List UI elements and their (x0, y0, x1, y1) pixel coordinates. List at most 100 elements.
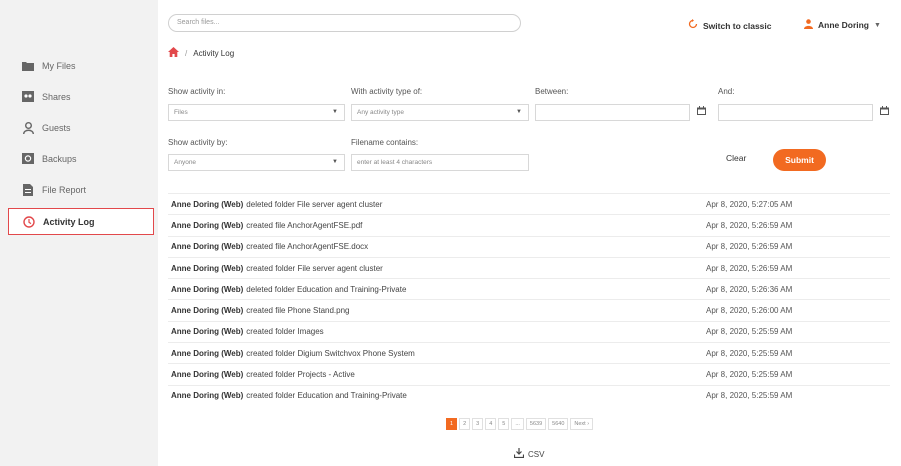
activity-date: Apr 8, 2020, 5:26:59 AM (706, 242, 793, 252)
switch-label: Switch to classic (703, 20, 772, 31)
clock-icon (23, 215, 35, 228)
sidebar: My Files Shares Guests Backups File Repo… (0, 0, 158, 466)
chevron-down-icon: ▼ (874, 21, 881, 29)
activity-row: Anne Doring (Web) deleted folder File se… (168, 193, 890, 214)
sidebar-item-shares[interactable]: Shares (8, 83, 154, 110)
page-button[interactable]: 5639 (525, 418, 547, 430)
activity-row: Anne Doring (Web) deleted folder Educati… (168, 278, 890, 299)
activity-type-value: Any activity type (357, 109, 404, 116)
activity-actor: Anne Doring (Web) (171, 242, 244, 252)
breadcrumb-separator: / (185, 49, 188, 58)
activity-action: created folder Projects - Active (246, 370, 355, 380)
show-in-select[interactable]: Files ▼ (168, 104, 345, 121)
page-button[interactable]: 5640 (548, 418, 569, 430)
activity-action: created file AnchorAgentFSE.pdf (246, 220, 363, 230)
activity-date: Apr 8, 2020, 5:25:59 AM (706, 348, 793, 358)
activity-row: Anne Doring (Web) created file AnchorAge… (168, 214, 890, 235)
activity-actor: Anne Doring (Web) (171, 306, 244, 316)
activity-actor: Anne Doring (Web) (171, 327, 244, 337)
activity-action: created folder Education and Training-Pr… (246, 391, 407, 401)
between-date-input[interactable] (535, 104, 690, 121)
activity-row: Anne Doring (Web) created folder Project… (168, 363, 890, 384)
activity-action: deleted folder File server agent cluster (246, 199, 383, 209)
search-input[interactable]: Search files... (168, 14, 521, 32)
breadcrumb-current: Activity Log (193, 49, 235, 58)
dropdown-arrow-icon: ▼ (332, 109, 338, 115)
calendar-icon[interactable] (697, 106, 706, 117)
show-in-label: Show activity in: (168, 87, 226, 96)
activity-date: Apr 8, 2020, 5:25:59 AM (706, 327, 793, 337)
report-icon (22, 183, 34, 196)
activity-row: Anne Doring (Web) created folder Images … (168, 320, 890, 342)
activity-row: Anne Doring (Web) created file AnchorAge… (168, 235, 890, 257)
activity-actor: Anne Doring (Web) (171, 284, 244, 294)
activity-by-select[interactable]: Anyone ▼ (168, 154, 345, 171)
activity-date: Apr 8, 2020, 5:26:36 AM (706, 284, 793, 294)
activity-actor: Anne Doring (Web) (171, 220, 244, 230)
activity-type-select[interactable]: Any activity type ▼ (351, 104, 529, 121)
activity-actor: Anne Doring (Web) (171, 348, 244, 358)
pagination: 1 2 3 4 5 ... 5639 5640 Next › (446, 418, 594, 430)
switch-icon (688, 19, 698, 32)
sidebar-item-guests[interactable]: Guests (8, 114, 154, 141)
user-name: Anne Doring (818, 20, 869, 30)
dropdown-arrow-icon: ▼ (516, 109, 522, 115)
activity-list: Anne Doring (Web) deleted folder File se… (168, 193, 890, 406)
activity-actor: Anne Doring (Web) (171, 370, 244, 380)
activity-actor: Anne Doring (Web) (171, 263, 244, 273)
sidebar-item-my-files[interactable]: My Files (8, 52, 154, 79)
activity-action: created folder Images (246, 327, 324, 337)
show-in-value: Files (174, 109, 188, 116)
user-menu[interactable]: Anne Doring ▼ (804, 19, 881, 31)
folder-icon (22, 60, 34, 72)
filename-input[interactable]: enter at least 4 characters (351, 154, 529, 171)
activity-row: Anne Doring (Web) created folder Digium … (168, 342, 890, 363)
activity-row: Anne Doring (Web) created folder Educati… (168, 384, 890, 406)
download-icon (513, 448, 525, 460)
page-button[interactable]: 2 (459, 418, 471, 430)
page-button[interactable]: 5 (498, 418, 510, 430)
activity-row: Anne Doring (Web) created folder File se… (168, 256, 890, 278)
activity-action: created folder Digium Switchvox Phone Sy… (246, 348, 415, 358)
home-icon[interactable] (168, 47, 179, 60)
page-button[interactable]: 4 (485, 418, 497, 430)
activity-actor: Anne Doring (Web) (171, 391, 244, 401)
page-ellipsis: ... (511, 418, 524, 430)
sidebar-item-file-report[interactable]: File Report (8, 176, 154, 203)
and-date-input[interactable] (718, 104, 873, 121)
breadcrumb: / Activity Log (168, 47, 234, 60)
activity-date: Apr 8, 2020, 5:26:59 AM (706, 263, 793, 273)
activity-by-label: Show activity by: (168, 138, 228, 147)
page-button[interactable]: 3 (472, 418, 484, 430)
sidebar-item-activity-log[interactable]: Activity Log (8, 208, 154, 235)
submit-button[interactable]: Submit (773, 149, 826, 171)
clear-button[interactable]: Clear (726, 153, 746, 163)
sidebar-item-label: Shares (42, 91, 71, 102)
activity-type-label: With activity type of: (351, 87, 423, 96)
activity-action: created file Phone Stand.png (246, 306, 350, 316)
user-icon (804, 19, 813, 31)
user-icon (22, 121, 34, 134)
sidebar-item-label: Activity Log (43, 216, 95, 227)
activity-action: created folder File server agent cluster (246, 263, 383, 273)
filename-label: Filename contains: (351, 138, 419, 147)
activity-date: Apr 8, 2020, 5:25:59 AM (706, 391, 793, 401)
dropdown-arrow-icon: ▼ (332, 159, 338, 165)
sidebar-item-backups[interactable]: Backups (8, 145, 154, 172)
calendar-icon[interactable] (880, 106, 889, 117)
activity-date: Apr 8, 2020, 5:25:59 AM (706, 370, 793, 380)
activity-action: deleted folder Education and Training-Pr… (246, 284, 407, 294)
backup-icon (22, 153, 34, 165)
page-button[interactable]: 1 (446, 418, 458, 430)
shares-icon (22, 91, 34, 103)
activity-actor: Anne Doring (Web) (171, 199, 244, 209)
activity-by-value: Anyone (174, 159, 197, 166)
csv-export-button[interactable]: CSV (513, 448, 545, 460)
sidebar-item-label: Guests (42, 122, 71, 133)
between-label: Between: (535, 87, 569, 96)
csv-label: CSV (528, 449, 545, 459)
sidebar-item-label: File Report (42, 184, 87, 195)
switch-to-classic-link[interactable]: Switch to classic (688, 19, 772, 32)
sidebar-item-label: Backups (42, 153, 77, 164)
next-page-button[interactable]: Next › (570, 418, 594, 430)
